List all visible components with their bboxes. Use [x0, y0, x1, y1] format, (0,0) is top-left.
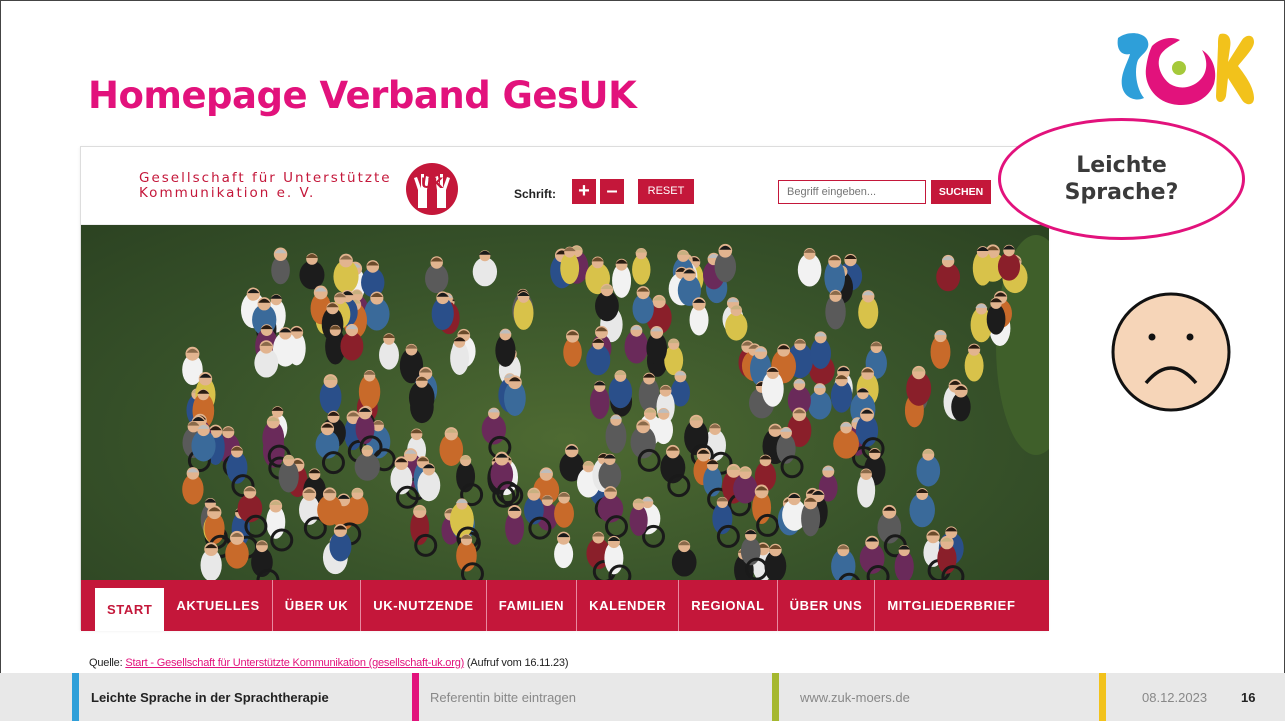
search-button[interactable]: SUCHEN: [931, 180, 991, 204]
font-decrease-button[interactable]: –: [600, 179, 624, 204]
bubble-text: Leichte Sprache?: [1064, 153, 1179, 205]
source-link[interactable]: Start - Gesellschaft für Unterstützte Ko…: [125, 657, 464, 669]
site-nav: START AKTUELLES ÜBER UK UK-NUTZENDE FAMI…: [81, 580, 1049, 631]
nav-uk-nutzende[interactable]: UK-NUTZENDE: [361, 580, 487, 631]
source-prefix: Quelle:: [89, 657, 126, 669]
nav-ueber-uns[interactable]: ÜBER UNS: [778, 580, 876, 631]
uk-logo-text: UK: [421, 176, 444, 192]
nav-kalender[interactable]: KALENDER: [577, 580, 680, 631]
slide-footer: Leichte Sprache in der Sprachtherapie Re…: [0, 673, 1285, 721]
font-reset-button[interactable]: RESET: [638, 179, 694, 204]
leichte-sprache-bubble: Leichte Sprache?: [998, 118, 1245, 240]
nav-ueber-uk[interactable]: ÜBER UK: [273, 580, 362, 631]
footer-presenter: Referentin bitte eintragen: [430, 689, 576, 705]
page-number: 16: [1241, 689, 1256, 705]
site-header: Gesellschaft für Unterstützte Kommunikat…: [81, 147, 1049, 225]
group-photo-image: [182, 235, 1049, 580]
nav-mitgliederbrief[interactable]: MITGLIEDERBRIEF: [875, 580, 1027, 631]
org-name[interactable]: Gesellschaft für Unterstützte Kommunikat…: [139, 171, 392, 201]
nav-regional[interactable]: REGIONAL: [679, 580, 778, 631]
source-suffix: (Aufruf vom 16.11.23): [464, 657, 569, 669]
group-photo: [81, 225, 1049, 580]
zuk-logo: [1117, 33, 1254, 106]
footer-bar-blue: [72, 673, 79, 721]
footer-url: www.zuk-moers.de: [800, 689, 910, 705]
source-citation: Quelle: Start - Gesellschaft für Unterst…: [89, 657, 569, 669]
slide-title: Homepage Verband GesUK: [88, 74, 637, 117]
sad-face-icon: [1111, 292, 1231, 412]
website-screenshot: Gesellschaft für Unterstützte Kommunikat…: [80, 146, 1049, 631]
footer-title: Leichte Sprache in der Sprachtherapie: [91, 689, 329, 705]
font-size-label: Schrift:: [514, 187, 556, 201]
nav-start[interactable]: START: [95, 588, 165, 631]
footer-date: 08.12.2023: [1142, 689, 1208, 705]
footer-bar-pink: [412, 673, 419, 721]
footer-bar-yellow: [1099, 673, 1106, 721]
org-name-line1: Gesellschaft für Unterstützte: [139, 170, 392, 186]
uk-hands-logo[interactable]: UK: [402, 162, 462, 216]
font-increase-button[interactable]: +: [572, 179, 596, 204]
org-name-line2: Kommunikation e. V.: [139, 185, 316, 201]
footer-bar-green: [772, 673, 779, 721]
nav-aktuelles[interactable]: AKTUELLES: [164, 580, 273, 631]
nav-familien[interactable]: FAMILIEN: [487, 580, 578, 631]
search-input[interactable]: [778, 180, 926, 204]
